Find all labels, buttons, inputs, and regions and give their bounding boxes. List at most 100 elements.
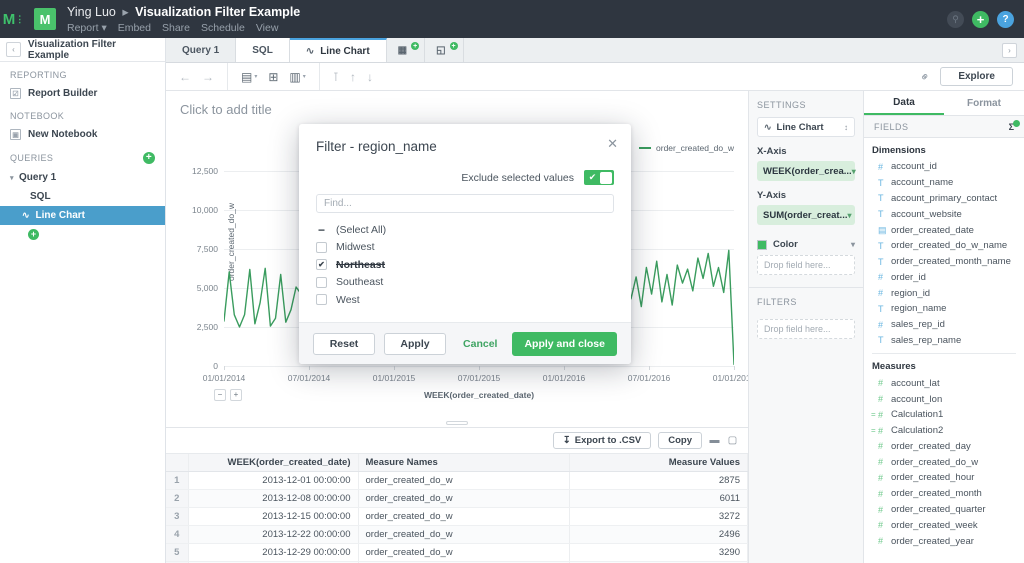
add-visualization-icon[interactable]: + [28, 229, 39, 240]
format-axis-icon[interactable]: ▥ ▾ [289, 70, 305, 84]
link-icon[interactable]: ⚭ [917, 68, 934, 85]
filter-option[interactable]: Southeast [316, 274, 614, 292]
add-query-icon[interactable]: + [143, 152, 155, 164]
trend-line-icon[interactable]: ⊺ [333, 70, 339, 84]
filters-drop-zone[interactable]: Drop field here... [757, 319, 855, 339]
explore-button[interactable]: Explore [940, 67, 1013, 86]
tab-data[interactable]: Data [864, 91, 944, 115]
field-item[interactable]: # region_id [864, 285, 1024, 301]
filter-option[interactable]: ✔ Northeast [316, 256, 614, 274]
field-item[interactable]: # sales_rep_id [864, 317, 1024, 333]
column-header-week[interactable]: WEEK(order_created_date) [188, 454, 359, 472]
field-item[interactable]: Torder_created_do_w_name [864, 238, 1024, 254]
find-input[interactable]: Find... [316, 194, 614, 213]
field-item[interactable]: # order_created_hour [864, 470, 1024, 486]
field-item[interactable]: # order_id [864, 269, 1024, 285]
add-chart-tab[interactable]: ◱ + [425, 38, 464, 62]
add-container-icon[interactable]: ⊞ [268, 70, 278, 84]
checkbox[interactable] [316, 241, 327, 253]
apply-and-close-button[interactable]: Apply and close [512, 331, 617, 356]
menu-item-share[interactable]: Share [162, 22, 190, 34]
chevron-down-icon[interactable]: ▾ [10, 174, 19, 182]
field-item[interactable]: # account_lon [864, 391, 1024, 407]
exclude-toggle[interactable]: ✔ [584, 170, 614, 185]
chevron-down-icon[interactable]: ▾ [847, 211, 851, 220]
menu-item-schedule[interactable]: Schedule [201, 22, 245, 34]
field-item[interactable]: Tregion_name [864, 301, 1024, 317]
help-icon[interactable]: ? [997, 10, 1014, 28]
table-row[interactable]: 4 2013-12-22 00:00:00 order_created_do_w 24… [166, 525, 749, 544]
chart-type-select[interactable]: ∿ Line Chart ↕ [757, 117, 855, 137]
add-icon[interactable]: + [972, 10, 989, 28]
tab-line-chart[interactable]: ∿ Line Chart [289, 38, 387, 62]
close-icon[interactable]: ✕ [607, 136, 618, 152]
menu-item-view[interactable]: View [256, 22, 279, 34]
add-calculation-icon[interactable]: Σ [1009, 119, 1020, 132]
minimize-icon[interactable]: ▬ [709, 435, 720, 446]
color-section[interactable]: Color ▾ [757, 239, 855, 250]
field-item[interactable]: # order_created_week [864, 517, 1024, 533]
sidebar-item-sql[interactable]: SQL [0, 187, 165, 206]
export-csv-button[interactable]: ↧ Export to .CSV [552, 432, 652, 449]
menu-item-embed[interactable]: Embed [118, 22, 151, 34]
tab-sql[interactable]: SQL [236, 38, 290, 62]
add-chart-icon[interactable]: ▤ ▾ [241, 70, 257, 84]
search-icon[interactable]: ⚲ [947, 10, 964, 28]
mode-logo-icon[interactable]: M ⋮ [0, 0, 26, 38]
breadcrumb-document[interactable]: Visualization Filter Example [135, 5, 300, 19]
table-row[interactable]: 1 2013-12-01 00:00:00 order_created_do_w 28… [166, 471, 749, 490]
add-table-tab[interactable]: ▦ + [386, 38, 426, 62]
reset-button[interactable]: Reset [313, 332, 375, 355]
field-item[interactable]: # order_created_day [864, 439, 1024, 455]
redo-icon[interactable]: → [202, 70, 214, 84]
copy-button[interactable]: Copy [658, 432, 702, 449]
chevron-down-icon[interactable]: ▾ [851, 240, 855, 249]
field-item[interactable]: = # Calculation1 [864, 407, 1024, 423]
maximize-icon[interactable]: ▢ [727, 435, 738, 446]
field-item[interactable]: # order_created_month [864, 486, 1024, 502]
field-item[interactable]: Tsales_rep_name [864, 333, 1024, 349]
sidebar-collapse-icon[interactable]: ‹ [6, 42, 21, 57]
filter-option[interactable]: West [316, 291, 614, 309]
x-axis-field-pill[interactable]: WEEK(order_crea... ▾ [757, 161, 856, 181]
table-row[interactable]: 5 2013-12-29 00:00:00 order_created_do_w 32… [166, 543, 749, 562]
sidebar-item-new-notebook[interactable]: ▣ New Notebook [0, 125, 165, 144]
filter-option[interactable]: − (Select All) [316, 221, 614, 239]
zoom-in-button[interactable]: + [230, 389, 242, 401]
apply-button[interactable]: Apply [384, 332, 446, 355]
field-item[interactable]: Torder_created_month_name [864, 254, 1024, 270]
field-item[interactable]: = # Calculation2 [864, 423, 1024, 439]
undo-icon[interactable]: ← [179, 70, 191, 84]
color-drop-zone[interactable]: Drop field here... [757, 255, 855, 275]
filter-option[interactable]: Midwest [316, 239, 614, 257]
chevron-down-icon[interactable]: ▾ [852, 167, 856, 176]
sidebar-item-report-builder[interactable]: ☑ Report Builder [0, 84, 165, 103]
field-item[interactable]: Taccount_primary_contact [864, 191, 1024, 207]
sort-ascending-icon[interactable]: ↑ [350, 70, 356, 84]
column-header-measure-names[interactable]: Measure Names [358, 454, 570, 472]
field-item[interactable]: Taccount_website [864, 206, 1024, 222]
field-item[interactable]: Taccount_name [864, 175, 1024, 191]
splitter-grip[interactable] [446, 421, 468, 425]
breadcrumb-user[interactable]: Ying Luo [67, 5, 116, 19]
checkbox[interactable] [316, 276, 327, 288]
table-row[interactable]: 3 2013-12-15 00:00:00 order_created_do_w 32… [166, 507, 749, 526]
menu-item-report[interactable]: Report ▾ [67, 22, 107, 34]
tab-query-1[interactable]: Query 1 [166, 38, 237, 62]
zoom-out-button[interactable]: − [214, 389, 226, 401]
field-item[interactable]: # order_created_do_w [864, 454, 1024, 470]
checkbox[interactable] [316, 294, 327, 306]
sidebar-item-query-1[interactable]: ▾ Query 1 [0, 168, 165, 187]
checkbox[interactable]: − [316, 224, 327, 236]
field-item[interactable]: # order_created_year [864, 533, 1024, 549]
sidebar-item-line-chart[interactable]: ∿ Line Chart [0, 206, 165, 225]
sort-descending-icon[interactable]: ↓ [367, 70, 373, 84]
y-axis-field-pill[interactable]: SUM(order_creat... ▾ [757, 205, 855, 225]
tab-format[interactable]: Format [944, 91, 1024, 115]
field-item[interactable]: # account_id [864, 159, 1024, 175]
column-header-measure-values[interactable]: Measure Values [569, 454, 749, 472]
field-item[interactable]: # order_created_quarter [864, 502, 1024, 518]
checkbox[interactable]: ✔ [316, 259, 327, 271]
table-row[interactable]: 2 2013-12-08 00:00:00 order_created_do_w 60… [166, 489, 749, 508]
pane-splitter[interactable] [166, 419, 748, 427]
